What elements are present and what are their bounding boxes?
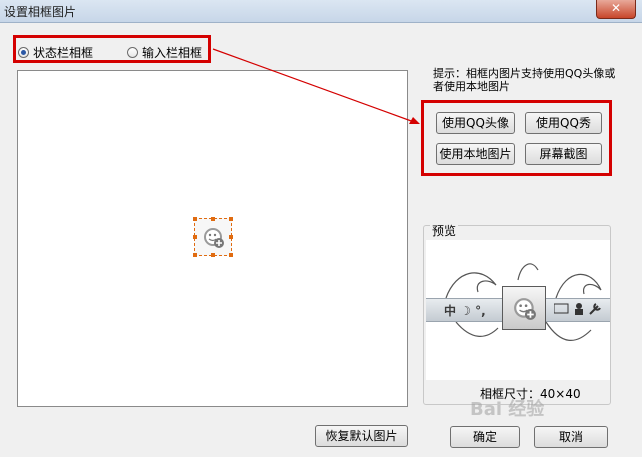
user-icon [576,303,582,309]
preview-title: 预览 [430,222,459,239]
wrench-icon [589,303,601,315]
status-bar-tool-icons [554,303,601,315]
status-bar-text: 中 ☽ °, [444,304,486,318]
preview-frame [502,286,546,330]
keyboard-icon [554,303,569,314]
watermark: Bai 经验 [470,399,545,420]
cancel-button[interactable]: 取消 [534,426,608,448]
preview-image: 中 ☽ °, [426,240,610,380]
restore-default-button[interactable]: 恢复默认图片 [315,425,408,447]
smiley-add-icon [514,298,536,320]
ok-button[interactable]: 确定 [450,426,520,448]
